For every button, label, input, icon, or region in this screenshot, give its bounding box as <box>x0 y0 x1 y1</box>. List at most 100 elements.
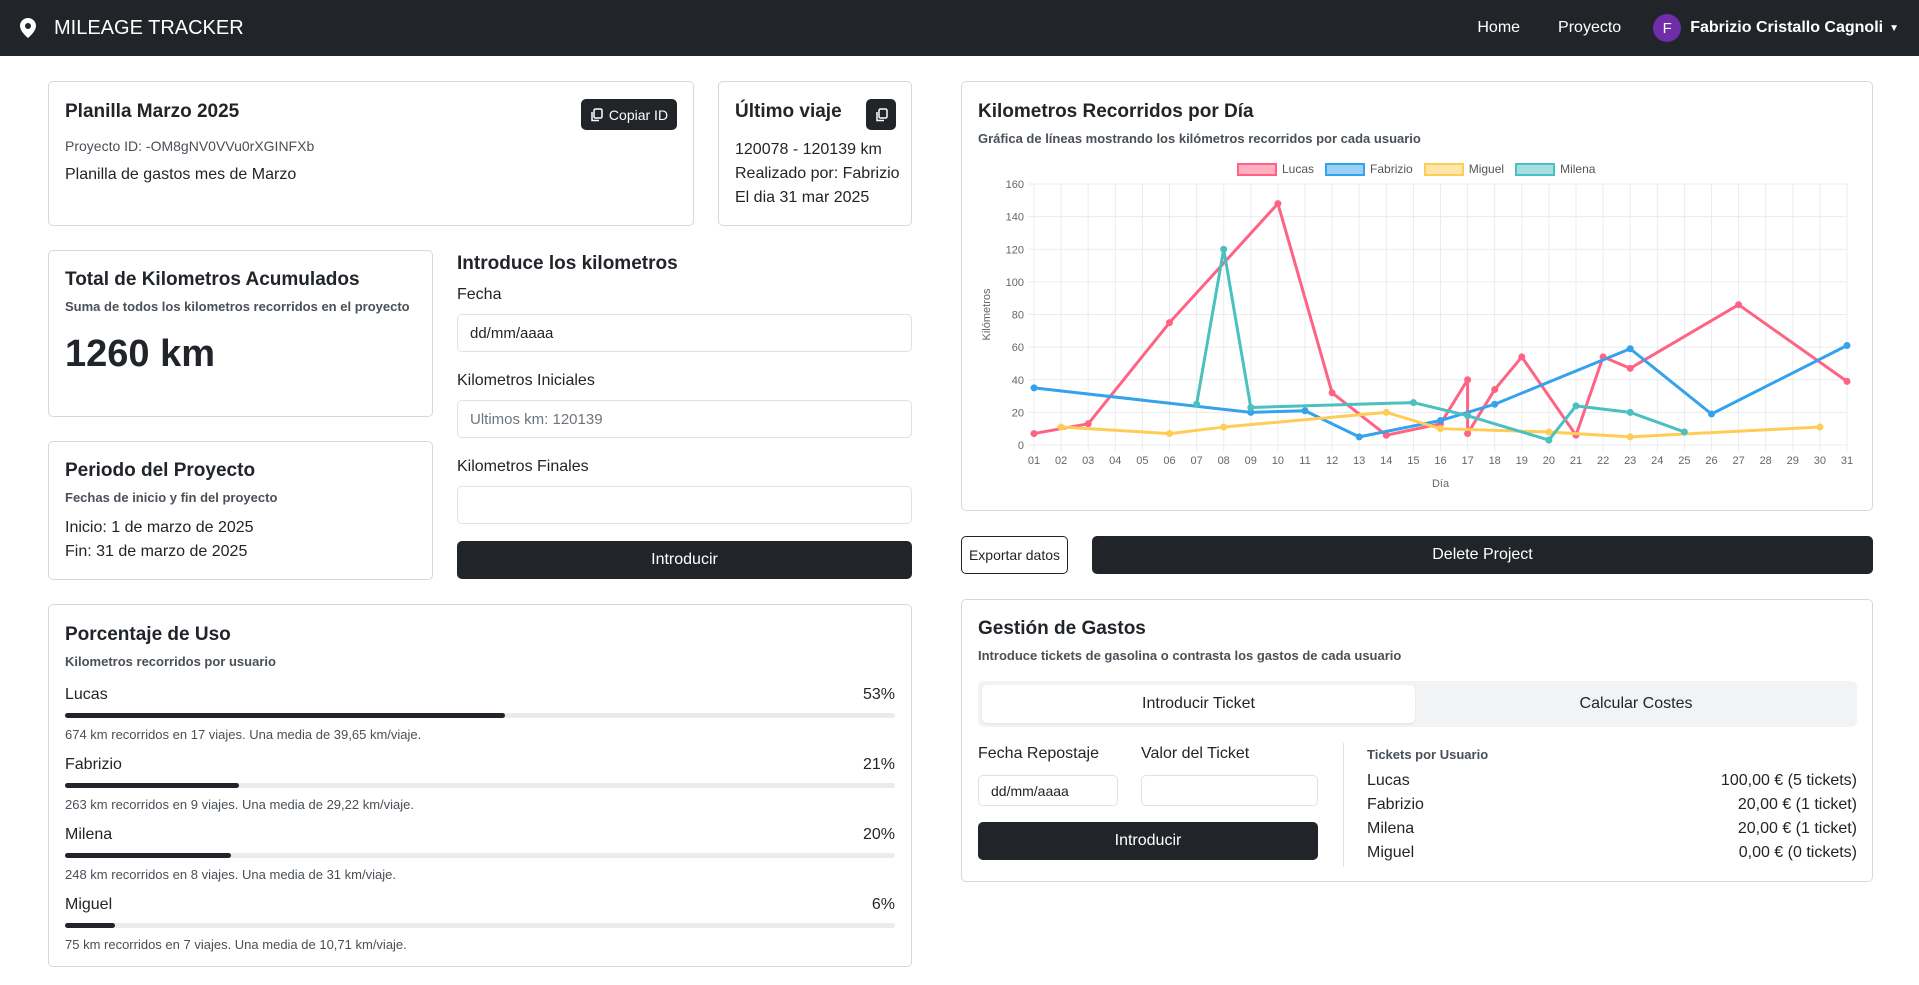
x-tick-label: 24 <box>1651 455 1663 467</box>
start-km-input[interactable] <box>457 400 912 438</box>
data-point-milena <box>1464 412 1472 420</box>
data-point-miguel <box>1166 430 1173 438</box>
fecha-repostaje-label: Fecha Repostaje <box>978 745 1099 762</box>
brand[interactable]: MILEAGE TRACKER <box>20 17 244 40</box>
data-point-lucas <box>1843 377 1851 385</box>
data-point-milena <box>1193 400 1201 408</box>
project-id: Proyecto ID: -OM8gNV0VVu0rXGINFXb <box>65 138 315 154</box>
y-tick-label: 160 <box>1006 179 1024 191</box>
data-point-lucas <box>1166 319 1173 327</box>
data-point-lucas <box>1464 376 1472 384</box>
x-tick-label: 06 <box>1163 455 1175 467</box>
y-tick-label: 0 <box>1018 440 1024 452</box>
usage-user-name: Lucas <box>65 686 108 703</box>
x-tick-label: 02 <box>1055 455 1067 467</box>
ticket-user: Miguel <box>1367 844 1415 861</box>
nav-home[interactable]: Home <box>1477 19 1520 37</box>
valor-ticket-label: Valor del Ticket <box>1141 745 1250 762</box>
usage-user-name: Miguel <box>65 896 113 913</box>
x-tick-label: 16 <box>1434 455 1446 467</box>
gastos-title: Gestión de Gastos <box>978 618 1146 639</box>
x-axis-title: Día <box>1432 478 1450 490</box>
usage-progress-fill <box>65 783 240 788</box>
copy-icon <box>591 107 603 121</box>
km-form: Introduce los kilometros Fecha dd/mm/aaa… <box>457 250 912 580</box>
nav-project[interactable]: Proyecto <box>1558 19 1621 37</box>
data-point-lucas <box>1464 430 1472 438</box>
data-point-milena <box>1626 408 1634 416</box>
user-menu[interactable]: F Fabrizio Cristallo Cagnoli ▼ <box>1653 14 1899 42</box>
usage-row: Miguel 6% 75 km recorridos en 7 viajes. Un… <box>65 891 895 961</box>
x-tick-label: 22 <box>1597 455 1609 467</box>
periodo-title: Periodo del Proyecto <box>65 460 256 481</box>
usage-progress-fill <box>65 923 115 928</box>
data-point-fabrizio <box>1626 345 1634 353</box>
caret-down-icon: ▼ <box>1889 22 1899 34</box>
usage-row: Lucas 53% 674 km recorridos en 17 viajes. … <box>65 681 895 751</box>
planilla-card: Planilla Marzo 2025 Copiar ID Proyecto I… <box>48 81 694 226</box>
tickets-list: Lucas 100,00 € (5 tickets) Fabrizio 20,00 €… <box>1367 772 1857 872</box>
data-point-fabrizio <box>1708 410 1715 418</box>
y-tick-label: 60 <box>1012 342 1024 354</box>
uso-subtitle: Kilometros recorridos por usuario <box>65 654 276 669</box>
x-tick-label: 29 <box>1787 455 1799 467</box>
copy-trip-button[interactable] <box>866 99 896 130</box>
x-tick-label: 15 <box>1407 455 1419 467</box>
ticket-submit-button[interactable]: Introducir <box>978 822 1318 860</box>
usage-detail: 75 km recorridos en 7 viajes. Una media … <box>65 937 407 952</box>
total-km-subtitle: Suma de todos los kilometros recorridos … <box>65 299 410 314</box>
usage-progress-fill <box>65 713 505 718</box>
end-km-input[interactable] <box>457 486 912 524</box>
delete-project-button[interactable]: Delete Project <box>1092 536 1873 574</box>
data-point-lucas <box>1328 389 1336 397</box>
periodo-start: Inicio: 1 de marzo de 2025 <box>65 519 254 536</box>
x-tick-label: 14 <box>1380 455 1392 467</box>
usage-percent: 6% <box>871 896 895 913</box>
copy-id-button[interactable]: Copiar ID <box>581 99 677 130</box>
data-point-miguel <box>1626 433 1634 441</box>
chart-subtitle: Gráfica de líneas mostrando los kilómetr… <box>978 131 1421 146</box>
ultimo-viaje-card: Último viaje 120078 - 120139 km Realizad… <box>718 81 912 226</box>
km-submit-button[interactable]: Introducir <box>457 541 912 579</box>
ticket-row: Miguel 0,00 € (0 tickets) <box>1367 844 1857 862</box>
y-tick-label: 100 <box>1006 277 1024 289</box>
usage-progress-track <box>65 853 895 858</box>
date-input[interactable]: dd/mm/aaaa <box>457 314 912 352</box>
x-tick-label: 10 <box>1272 455 1284 467</box>
ticket-user: Lucas <box>1367 772 1410 789</box>
data-point-milena <box>1409 399 1417 407</box>
data-point-fabrizio <box>1843 341 1851 349</box>
trip-range: 120078 - 120139 km <box>735 141 882 158</box>
y-tick-label: 20 <box>1012 407 1024 419</box>
data-point-lucas <box>1735 301 1743 309</box>
tab-calcular-costes[interactable]: Calcular Costes <box>1419 685 1853 723</box>
data-point-milena <box>1247 403 1255 411</box>
usage-row: Fabrizio 21% 263 km recorridos en 9 viajes… <box>65 751 895 821</box>
y-tick-label: 120 <box>1006 244 1024 256</box>
usage-progress-fill <box>65 853 231 858</box>
export-data-button[interactable]: Exportar datos <box>961 536 1068 574</box>
chart-title: Kilometros Recorridos por Día <box>978 101 1254 122</box>
x-tick-label: 17 <box>1461 455 1473 467</box>
chart-card: Kilometros Recorridos por Día Gráfica de… <box>961 81 1873 511</box>
data-point-miguel <box>1545 428 1553 436</box>
usage-user-name: Milena <box>65 826 113 843</box>
data-point-fabrizio <box>1030 384 1038 392</box>
x-tick-label: 23 <box>1624 455 1636 467</box>
tab-introducir-ticket[interactable]: Introducir Ticket <box>982 685 1415 723</box>
gastos-divider <box>1343 743 1344 867</box>
ticket-row: Lucas 100,00 € (5 tickets) <box>1367 772 1857 790</box>
y-tick-label: 80 <box>1012 310 1024 322</box>
fecha-repostaje-input[interactable]: dd/mm/aaaa <box>978 775 1118 806</box>
data-point-lucas <box>1274 200 1282 208</box>
valor-ticket-input[interactable] <box>1141 775 1318 806</box>
total-km-card: Total de Kilometros Acumulados Suma de t… <box>48 250 433 417</box>
total-km-title: Total de Kilometros Acumulados <box>65 269 360 290</box>
data-point-fabrizio <box>1491 400 1499 408</box>
x-tick-label: 26 <box>1705 455 1717 467</box>
usage-progress-track <box>65 713 895 718</box>
copy-icon <box>875 107 888 121</box>
ticket-amount: 0,00 € (0 tickets) <box>1738 844 1857 861</box>
ticket-row: Fabrizio 20,00 € (1 ticket) <box>1367 796 1857 814</box>
ticket-amount: 100,00 € (5 tickets) <box>1720 772 1857 789</box>
